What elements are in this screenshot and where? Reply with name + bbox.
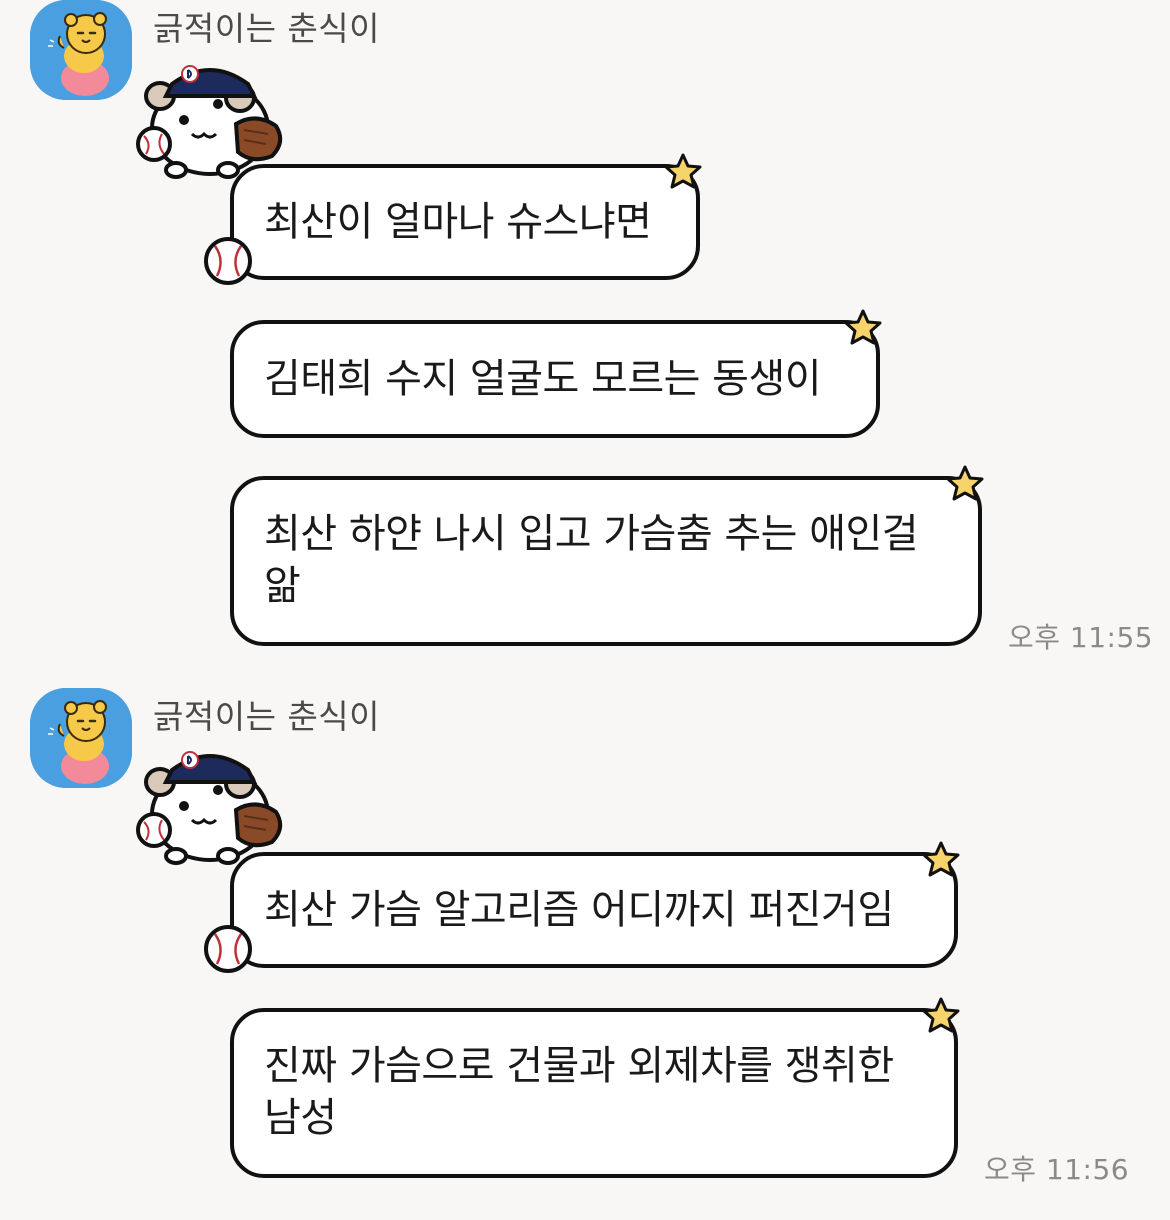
profile-avatar-icon[interactable] xyxy=(30,0,132,100)
sender-name: 긁적이는 춘식이 xyxy=(153,697,381,736)
star-icon xyxy=(922,841,960,877)
star-icon xyxy=(922,997,960,1033)
message-bubble[interactable]: 진짜 가슴으로 건물과 외제차를 쟁취한 남성 xyxy=(230,1008,958,1178)
message-timestamp: 오후 11:55 xyxy=(1008,621,1154,654)
star-icon xyxy=(844,309,882,345)
message-bubble[interactable]: 최산 가슴 알고리즘 어디까지 퍼진거임 xyxy=(230,852,958,968)
chat-room: 긁적이는 춘식이 최산이 얼마나 슈스냐면 김태희 수지 얼굴도 모르는 동생이… xyxy=(0,0,1170,1220)
sender-name: 긁적이는 춘식이 xyxy=(153,9,381,48)
message-bubble[interactable]: 최산이 얼마나 슈스냐면 xyxy=(230,164,700,280)
message-text-line: 앎 xyxy=(264,563,301,609)
message-text: 최산이 얼마나 슈스냐면 xyxy=(264,199,652,245)
star-icon xyxy=(664,153,702,189)
message-text: 최산 가슴 알고리즘 어디까지 퍼진거임 xyxy=(264,887,894,933)
message-text-line: 진짜 가슴으로 건물과 외제차를 쟁취한 xyxy=(264,1043,894,1089)
message-text-line: 최산 하얀 나시 입고 가슴춤 추는 애인걸 xyxy=(264,511,919,557)
message-text: 김태희 수지 얼굴도 모르는 동생이 xyxy=(264,356,822,402)
message-timestamp: 오후 11:56 xyxy=(984,1153,1130,1186)
message-bubble[interactable]: 최산 하얀 나시 입고 가슴춤 추는 애인걸 앎 xyxy=(230,476,982,646)
message-text-line: 남성 xyxy=(264,1095,337,1141)
message-bubble[interactable]: 김태희 수지 얼굴도 모르는 동생이 xyxy=(230,320,880,438)
profile-avatar-icon[interactable] xyxy=(30,688,132,788)
star-icon xyxy=(946,465,984,501)
baseball-icon xyxy=(204,237,252,285)
baseball-icon xyxy=(204,925,252,973)
